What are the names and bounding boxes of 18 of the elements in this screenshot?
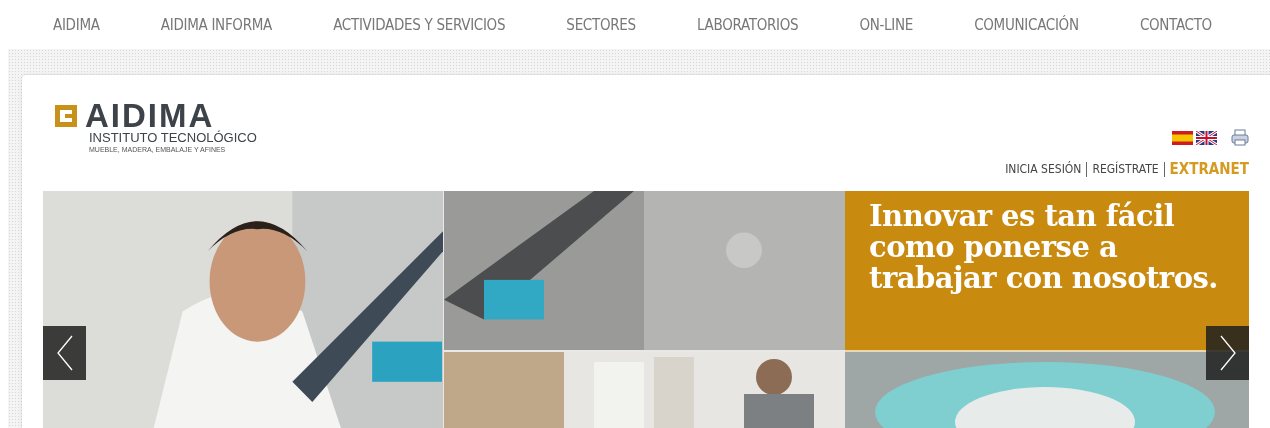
nav-link[interactable]: COMUNICACIÓN (974, 15, 1079, 34)
nav-link[interactable]: SECTORES (566, 15, 636, 34)
nav-link[interactable]: AIDIMA (53, 15, 100, 34)
print-icon[interactable] (1231, 129, 1249, 146)
nav-link[interactable]: ON-LINE (859, 15, 914, 34)
nav-link[interactable]: CONTACTO (1139, 15, 1212, 34)
nav-link[interactable]: AIDIMA INFORMA (160, 15, 273, 34)
spanish-flag-icon[interactable] (1172, 130, 1193, 145)
headline: Innovar es tan fácil como ponerse a trabajar con nosotros. (869, 201, 1219, 294)
account-link[interactable]: REGÍSTRATE (1092, 162, 1159, 176)
nav-link[interactable]: LABORATORIOS (696, 15, 799, 34)
nav-link[interactable]: ACTIVIDADES Y SERVICIOS (333, 15, 506, 34)
account-link[interactable]: EXTRANET (1169, 160, 1249, 178)
logo-mark-icon (55, 105, 77, 127)
uk-flag-icon[interactable] (1196, 130, 1217, 145)
account-link[interactable]: INICIA SESIÓN (1005, 162, 1082, 176)
next-slide-button[interactable] (1206, 326, 1249, 380)
chevron-right-icon (1219, 335, 1236, 371)
